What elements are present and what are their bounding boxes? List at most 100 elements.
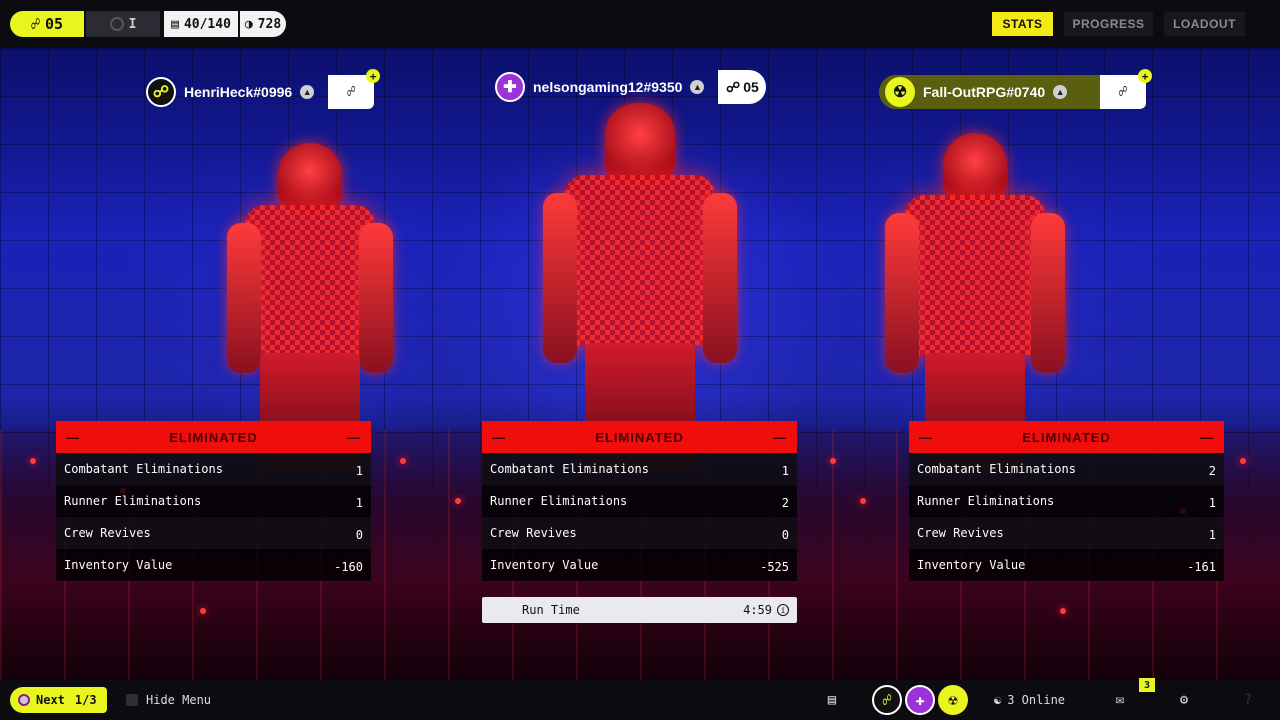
stat-row: Crew Revives 0 (482, 517, 797, 549)
status-header: — ELIMINATED — (482, 421, 797, 453)
credits-badge: ◑ 728 (240, 11, 286, 37)
bottom-bar: Next 1/3 Hide Menu ▤ ☍ ✚ ☢ ☯ 3 Online ✉ … (0, 680, 1280, 720)
info-icon[interactable]: i (777, 604, 789, 616)
stat-row: Combatant Eliminations 1 (56, 453, 371, 485)
stat-label: Runner Eliminations (490, 494, 628, 508)
chat-icon[interactable]: ▤ (822, 688, 842, 712)
link-button[interactable]: ☍ + (1100, 69, 1152, 109)
stat-value: -161 (1187, 560, 1216, 574)
party-member-avatar[interactable]: ✚ (905, 685, 935, 715)
stat-value: 0 (355, 528, 363, 542)
stat-row: Combatant Eliminations 1 (482, 453, 797, 485)
stat-row: Runner Eliminations 2 (482, 485, 797, 517)
hide-menu-button[interactable]: Hide Menu (126, 687, 211, 713)
tab-progress[interactable]: PROGRESS (1064, 12, 1153, 36)
next-button[interactable]: Next 1/3 (10, 687, 107, 713)
help-icon[interactable]: ? (1238, 688, 1258, 712)
tab-loadout[interactable]: LOADOUT (1164, 12, 1245, 36)
stat-value: 1 (355, 496, 363, 510)
online-count[interactable]: ☯ 3 Online (994, 688, 1065, 712)
stat-value: 1 (1208, 528, 1216, 542)
player-nameplate-2[interactable]: ✚ nelsongaming12#9350 ▲ ☍ 05 (489, 70, 767, 104)
top-bar: ☍ 05 I ▤ 40/140 ◑ 728 STATS PROGRESS LOA… (0, 0, 1280, 48)
party-member-avatar[interactable]: ☢ (938, 685, 968, 715)
stat-label: Combatant Eliminations (490, 462, 649, 476)
player-nameplate-1[interactable]: ☍ HenriHeck#0996 ▲ ☍ + (140, 69, 381, 109)
stat-label: Crew Revives (490, 526, 577, 540)
stat-row: Inventory Value -525 (482, 549, 797, 581)
mail-icon[interactable]: ✉ (1110, 688, 1130, 712)
floor-light (860, 498, 866, 504)
status-header: — ELIMINATED — (909, 421, 1224, 453)
link-icon: ☍ (346, 84, 356, 100)
credits-value: 728 (257, 16, 282, 32)
link-button[interactable]: ☍ + (328, 69, 381, 109)
stat-value: 0 (781, 528, 789, 542)
background-scene (0, 48, 1280, 680)
stat-row: Crew Revives 0 (56, 517, 371, 549)
player-name: Fall-OutRPG#0740 (923, 84, 1046, 100)
tab-stats[interactable]: STATS (992, 12, 1053, 36)
party-member-avatar[interactable]: ☍ (872, 685, 902, 715)
floor-light (200, 608, 206, 614)
people-icon: ☯ (994, 693, 1002, 707)
stats-panel-2: — ELIMINATED — Combatant Eliminations 1 Run… (482, 421, 797, 581)
xp-indicator-label: I (128, 16, 137, 32)
capacity-icon: ▤ (171, 16, 179, 32)
player-avatar: ☍ (146, 77, 176, 107)
stats-panel-3: — ELIMINATED — Combatant Eliminations 2 Run… (909, 421, 1224, 581)
floor-light (30, 458, 36, 464)
player-avatar: ✚ (495, 72, 525, 102)
stat-row: Inventory Value -160 (56, 549, 371, 581)
player-nameplate-3[interactable]: ☢ Fall-OutRPG#0740 ▲ ☍ + (879, 69, 1152, 109)
player-name: HenriHeck#0996 (184, 84, 293, 100)
status-header: — ELIMINATED — (56, 421, 371, 453)
player-level: 05 (743, 79, 759, 95)
stat-label: Combatant Eliminations (64, 462, 223, 476)
credits-icon: ◑ (244, 16, 253, 32)
stat-label: Crew Revives (917, 526, 1004, 540)
floor-light (830, 458, 836, 464)
gear-icon[interactable]: ⚙ (1174, 688, 1194, 712)
playstation-icon: ▲ (690, 80, 705, 94)
headset-icon: ☍ (30, 15, 40, 33)
stat-label: Runner Eliminations (917, 494, 1055, 508)
next-label: Next (36, 693, 65, 707)
stat-value: 1 (781, 464, 789, 478)
square-button-icon (126, 694, 138, 706)
floor-light (455, 498, 461, 504)
capacity-badge: ▤ 40/140 (164, 11, 238, 37)
playstation-icon: ▲ (1053, 85, 1068, 99)
stat-label: Runner Eliminations (64, 494, 202, 508)
stat-row: Combatant Eliminations 2 (909, 453, 1224, 485)
stat-value: 2 (781, 496, 789, 510)
plus-icon: + (1138, 69, 1152, 83)
stat-value: -525 (760, 560, 789, 574)
xp-indicator: I (86, 11, 160, 37)
stat-row: Runner Eliminations 1 (56, 485, 371, 517)
stat-label: Inventory Value (490, 558, 599, 572)
floor-light (1060, 608, 1066, 614)
stat-label: Combatant Eliminations (917, 462, 1076, 476)
stat-label: Inventory Value (64, 558, 173, 572)
stat-label: Crew Revives (64, 526, 151, 540)
player-avatar: ☢ (885, 77, 915, 107)
player-level: 05 (44, 15, 64, 33)
status-label: ELIMINATED (595, 429, 684, 445)
headset-icon: ☍ (726, 78, 741, 95)
stat-value: 1 (355, 464, 363, 478)
stat-row: Inventory Value -161 (909, 549, 1224, 581)
circle-button-icon (18, 694, 30, 706)
mail-badge: 3 (1139, 678, 1155, 692)
status-label: ELIMINATED (1022, 429, 1111, 445)
floor-light (1240, 458, 1246, 464)
run-time-value: 4:59 (743, 603, 772, 617)
stat-value: -160 (334, 560, 363, 574)
playstation-icon: ▲ (300, 85, 315, 99)
stat-row: Crew Revives 1 (909, 517, 1224, 549)
stat-row: Runner Eliminations 1 (909, 485, 1224, 517)
capacity-value: 40/140 (183, 16, 231, 32)
link-icon: ☍ (1118, 84, 1128, 100)
stats-panel-1: — ELIMINATED — Combatant Eliminations 1 Run… (56, 421, 371, 581)
run-time-bar: Run Time 4:59 i (482, 597, 797, 623)
